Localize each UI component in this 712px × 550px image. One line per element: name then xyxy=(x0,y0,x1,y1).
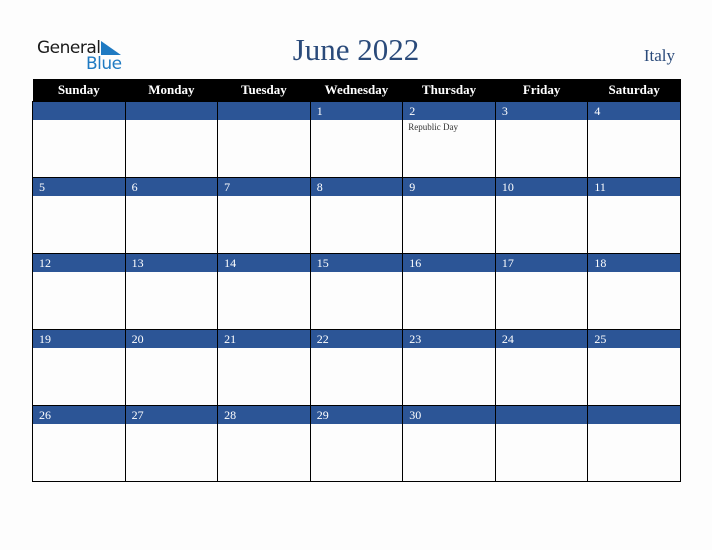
day-cell[interactable]: 20 xyxy=(124,329,219,406)
day-number xyxy=(495,406,588,424)
day-cell[interactable]: 7 xyxy=(217,177,311,254)
day-number: 18 xyxy=(588,254,680,272)
day-number: 28 xyxy=(218,406,310,424)
week-row: 1 2 Republic Day 3 4 xyxy=(32,101,681,178)
day-cell[interactable]: 30 xyxy=(402,405,496,482)
day-cell[interactable] xyxy=(494,405,589,482)
day-number: 16 xyxy=(403,254,495,272)
day-cell[interactable]: 6 xyxy=(124,177,219,254)
weekday-header: Wednesday xyxy=(310,79,403,102)
day-number xyxy=(588,406,680,424)
week-row: 12 13 14 15 16 17 18 xyxy=(32,253,681,330)
day-number: 5 xyxy=(33,178,125,196)
day-number: 11 xyxy=(588,178,680,196)
day-number: 7 xyxy=(218,178,310,196)
weekday-header: Saturday xyxy=(587,79,681,102)
day-cell[interactable]: 13 xyxy=(124,253,219,330)
weekday-header: Friday xyxy=(495,79,588,102)
day-cell[interactable]: 4 xyxy=(587,101,681,178)
day-number: 20 xyxy=(125,330,218,348)
day-number: 22 xyxy=(310,330,403,348)
day-number: 8 xyxy=(310,178,403,196)
day-number: 4 xyxy=(588,102,680,120)
day-cell[interactable]: 8 xyxy=(309,177,404,254)
day-number: 27 xyxy=(125,406,218,424)
week-row: 19 20 21 22 23 24 25 xyxy=(32,329,681,406)
day-cell[interactable] xyxy=(217,101,311,178)
day-cell[interactable]: 10 xyxy=(494,177,589,254)
weekday-header: Thursday xyxy=(402,79,496,102)
day-cell[interactable] xyxy=(587,405,681,482)
day-number: 14 xyxy=(218,254,310,272)
day-cell[interactable]: 5 xyxy=(32,177,126,254)
weekday-header-row: Sunday Monday Tuesday Wednesday Thursday… xyxy=(32,79,681,102)
day-number: 19 xyxy=(33,330,125,348)
day-cell[interactable]: 26 xyxy=(32,405,126,482)
day-number: 12 xyxy=(33,254,125,272)
day-number: 15 xyxy=(310,254,403,272)
day-number: 29 xyxy=(310,406,403,424)
day-cell[interactable]: 19 xyxy=(32,329,126,406)
day-number: 26 xyxy=(33,406,125,424)
weekday-header: Monday xyxy=(125,79,218,102)
day-number: 2 xyxy=(403,102,495,120)
day-cell[interactable]: 21 xyxy=(217,329,311,406)
day-number: 23 xyxy=(403,330,495,348)
day-cell[interactable]: 12 xyxy=(32,253,126,330)
day-number xyxy=(218,102,310,120)
holiday-label: Republic Day xyxy=(408,122,458,132)
day-cell[interactable]: 18 xyxy=(587,253,681,330)
day-number: 17 xyxy=(495,254,588,272)
day-number xyxy=(125,102,218,120)
day-cell[interactable]: 11 xyxy=(587,177,681,254)
day-number: 30 xyxy=(403,406,495,424)
day-number: 6 xyxy=(125,178,218,196)
day-cell[interactable]: 1 xyxy=(309,101,404,178)
day-number xyxy=(33,102,125,120)
day-cell[interactable]: 9 xyxy=(402,177,496,254)
week-row: 26 27 28 29 30 xyxy=(32,405,681,482)
day-number: 21 xyxy=(218,330,310,348)
day-cell[interactable]: 27 xyxy=(124,405,219,482)
day-number: 13 xyxy=(125,254,218,272)
day-number: 3 xyxy=(495,102,588,120)
day-cell[interactable]: 14 xyxy=(217,253,311,330)
day-cell[interactable]: 3 xyxy=(494,101,589,178)
week-row: 5 6 7 8 9 10 11 xyxy=(32,177,681,254)
day-number: 25 xyxy=(588,330,680,348)
country-label: Italy xyxy=(643,46,675,65)
day-cell[interactable]: 22 xyxy=(309,329,404,406)
day-cell[interactable]: 17 xyxy=(494,253,589,330)
day-cell[interactable]: 28 xyxy=(217,405,311,482)
day-number: 10 xyxy=(495,178,588,196)
calendar-title: June 2022 xyxy=(292,32,420,67)
day-number: 1 xyxy=(310,102,403,120)
calendar-grid: Sunday Monday Tuesday Wednesday Thursday… xyxy=(32,79,681,482)
weekday-header: Sunday xyxy=(32,79,126,102)
day-number: 24 xyxy=(495,330,588,348)
day-number: 9 xyxy=(403,178,495,196)
day-cell[interactable] xyxy=(32,101,126,178)
day-cell[interactable] xyxy=(124,101,219,178)
day-cell[interactable]: 24 xyxy=(494,329,589,406)
day-cell[interactable]: 25 xyxy=(587,329,681,406)
day-cell[interactable]: 15 xyxy=(309,253,404,330)
day-cell[interactable]: 23 xyxy=(402,329,496,406)
day-cell[interactable]: 16 xyxy=(402,253,496,330)
weekday-header: Tuesday xyxy=(217,79,311,102)
day-cell[interactable]: 29 xyxy=(309,405,404,482)
day-cell[interactable]: 2 Republic Day xyxy=(402,101,496,178)
